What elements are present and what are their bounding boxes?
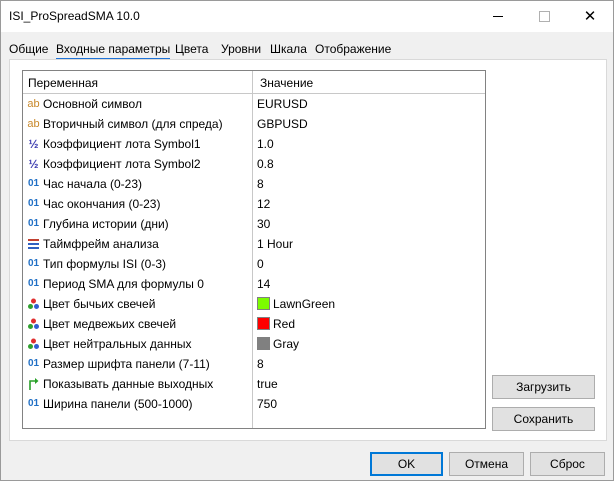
param-name: Коэффициент лота Symbol1 — [43, 137, 201, 151]
param-name: Цвет медвежьих свечей — [43, 317, 177, 331]
table-row[interactable]: ½ Коэффициент лота Symbol1 1.0 — [23, 134, 485, 154]
integer-icon: 01 — [27, 398, 40, 409]
color-palette-icon — [27, 297, 40, 311]
enum-list-icon-svg — [28, 239, 39, 249]
param-value[interactable]: GBPUSD — [257, 117, 308, 131]
table-row[interactable]: ½ Коэффициент лота Symbol2 0.8 — [23, 154, 485, 174]
string-icon: ab — [27, 118, 40, 130]
table-row[interactable]: Цвет бычьих свечей LawnGreen — [23, 294, 485, 314]
integer-icon: 01 — [27, 178, 40, 189]
param-name: Таймфрейм анализа — [43, 237, 159, 251]
param-name: Цвет бычьих свечей — [43, 297, 156, 311]
string-icon: ab — [27, 98, 40, 110]
param-value[interactable]: 14 — [257, 277, 270, 291]
enum-list-icon — [27, 237, 40, 251]
color-swatch — [257, 317, 270, 330]
param-value[interactable]: EURUSD — [257, 97, 308, 111]
table-row[interactable]: Цвет медвежьих свечей Red — [23, 314, 485, 334]
minimize-button[interactable] — [475, 1, 521, 32]
color-palette-icon-svg — [28, 338, 39, 349]
table-row[interactable]: 01 Глубина истории (дни) 30 — [23, 214, 485, 234]
param-value[interactable]: 0.8 — [257, 157, 274, 171]
param-value[interactable]: 12 — [257, 197, 270, 211]
minimize-icon — [493, 16, 503, 17]
integer-icon: 01 — [27, 358, 40, 369]
param-value[interactable]: 30 — [257, 217, 270, 231]
param-value[interactable]: 8 — [257, 357, 264, 371]
color-palette-icon — [27, 317, 40, 331]
color-palette-icon-svg — [28, 318, 39, 329]
title-bar: ISI_ProSpreadSMA 10.0 ✕ — [1, 1, 613, 32]
tab-input-parameters[interactable]: Входные параметры — [56, 39, 171, 60]
param-value[interactable]: Red — [273, 317, 295, 331]
param-name: Вторичный символ (для спреда) — [43, 117, 223, 131]
table-row[interactable]: 01 Ширина панели (500-1000) 750 — [23, 394, 485, 414]
param-value[interactable]: 8 — [257, 177, 264, 191]
tab-colors[interactable]: Цвета — [175, 39, 208, 59]
table-row[interactable]: 01 Размер шрифта панели (7-11) 8 — [23, 354, 485, 374]
table-row[interactable]: 01 Час начала (0-23) 8 — [23, 174, 485, 194]
table-row[interactable]: 01 Тип формулы ISI (0-3) 0 — [23, 254, 485, 274]
table-row[interactable]: Цвет нейтральных данных Gray — [23, 334, 485, 354]
param-value[interactable]: Gray — [273, 337, 299, 351]
color-palette-icon-svg — [28, 298, 39, 309]
maximize-icon — [538, 11, 550, 22]
color-palette-icon — [27, 337, 40, 351]
param-name: Показывать данные выходных — [43, 377, 214, 391]
table-row[interactable]: 01 Период SMA для формулы 0 14 — [23, 274, 485, 294]
reset-button[interactable]: Сброс — [530, 452, 605, 476]
color-swatch — [257, 337, 270, 350]
table-row[interactable]: ab Основной символ EURUSD — [23, 94, 485, 114]
integer-icon: 01 — [27, 258, 40, 269]
param-name: Тип формулы ISI (0-3) — [43, 257, 166, 271]
color-swatch — [257, 297, 270, 310]
param-value[interactable]: true — [257, 377, 278, 391]
load-button[interactable]: Загрузить — [492, 375, 595, 399]
param-name: Период SMA для формулы 0 — [43, 277, 204, 291]
param-name: Цвет нейтральных данных — [43, 337, 192, 351]
param-value[interactable]: 1 Hour — [257, 237, 293, 251]
tab-display[interactable]: Отображение — [315, 39, 391, 59]
fraction-icon: ½ — [28, 137, 39, 151]
param-name: Час начала (0-23) — [43, 177, 142, 191]
param-name: Размер шрифта панели (7-11) — [43, 357, 210, 371]
dialog-window: ISI_ProSpreadSMA 10.0 ✕ Общие Входные па… — [0, 0, 614, 481]
close-button[interactable]: ✕ — [567, 1, 613, 32]
tab-scale[interactable]: Шкала — [270, 39, 307, 59]
boolean-arrow-icon — [27, 377, 40, 391]
param-value[interactable]: 750 — [257, 397, 277, 411]
window-title: ISI_ProSpreadSMA 10.0 — [9, 9, 140, 23]
tab-content-panel: Переменная Значение ab Основной символ E… — [9, 59, 607, 441]
param-name: Ширина панели (500-1000) — [43, 397, 193, 411]
fraction-icon: ½ — [28, 157, 39, 171]
integer-icon: 01 — [27, 218, 40, 229]
parameters-grid: Переменная Значение ab Основной символ E… — [22, 70, 486, 429]
param-name: Основной символ — [43, 97, 142, 111]
maximize-button[interactable] — [521, 1, 567, 32]
table-row[interactable]: ab Вторичный символ (для спреда) GBPUSD — [23, 114, 485, 134]
param-value[interactable]: 0 — [257, 257, 264, 271]
param-name: Глубина истории (дни) — [43, 217, 169, 231]
ok-button[interactable]: OK — [370, 452, 443, 476]
grid-header: Переменная Значение — [23, 71, 485, 94]
header-value: Значение — [260, 76, 314, 90]
close-icon: ✕ — [583, 8, 597, 25]
param-name: Коэффициент лота Symbol2 — [43, 157, 201, 171]
boolean-arrow-icon-svg — [29, 378, 39, 390]
param-value[interactable]: LawnGreen — [273, 297, 335, 311]
tab-levels[interactable]: Уровни — [221, 39, 261, 59]
header-variable: Переменная — [28, 76, 98, 90]
table-row[interactable]: Показывать данные выходных true — [23, 374, 485, 394]
integer-icon: 01 — [27, 198, 40, 209]
cancel-button[interactable]: Отмена — [449, 452, 524, 476]
tab-general[interactable]: Общие — [9, 39, 48, 59]
param-name: Час окончания (0-23) — [43, 197, 161, 211]
table-row[interactable]: 01 Час окончания (0-23) 12 — [23, 194, 485, 214]
save-button[interactable]: Сохранить — [492, 407, 595, 431]
param-value[interactable]: 1.0 — [257, 137, 274, 151]
integer-icon: 01 — [27, 278, 40, 289]
table-row[interactable]: Таймфрейм анализа 1 Hour — [23, 234, 485, 254]
